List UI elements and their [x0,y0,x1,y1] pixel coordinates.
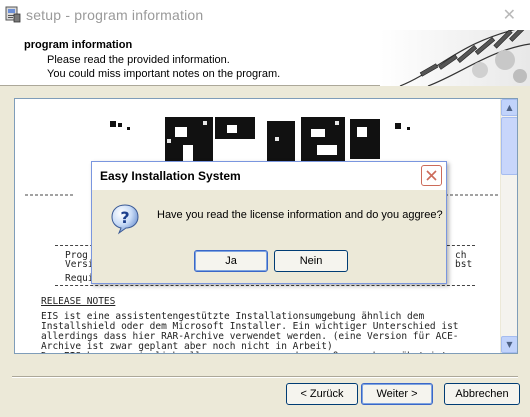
dna-helix-graphic [380,30,530,86]
release-notes-title: RELEASE NOTES [41,296,116,307]
next-button[interactable]: Weiter > [361,383,433,405]
window-close-icon[interactable]: ✕ [503,5,516,24]
header-subtitle-1: Please read the provided information. [47,54,230,66]
dialog-message: Have you read the license information an… [157,209,443,221]
dialog-titlebar: Easy Installation System [92,162,446,190]
setup-icon [5,6,21,23]
divider [55,285,475,286]
wizard-footer: < Zurück Weiter > Abbrechen [0,376,530,417]
footer-separator [12,376,518,378]
info-right-2: bst [455,259,473,270]
window-title: setup - program information [26,7,204,23]
version-label: Versi [65,259,94,270]
header-title: program information [24,39,133,51]
requirements-label: Requi [65,273,94,284]
back-button[interactable]: < Zurück [286,383,358,405]
cancel-button[interactable]: Abbrechen [444,383,520,405]
no-button[interactable]: Nein [274,250,348,272]
dialog-close-button[interactable] [421,165,442,186]
wizard-header: program information Please read the prov… [0,30,530,86]
scroll-thumb[interactable] [501,117,517,175]
question-icon: ? [111,204,139,235]
vertical-scrollbar[interactable]: ▲ ▼ [500,99,517,353]
dialog-title: Easy Installation System [100,169,241,183]
header-subtitle-2: You could miss important notes on the pr… [47,68,281,80]
confirm-dialog: Easy Installation System ? Have you read… [91,161,447,284]
release-notes-body: EIS ist eine assistentengestützte Instal… [41,311,459,354]
svg-text:?: ? [120,208,129,227]
scroll-up-icon[interactable]: ▲ [501,99,517,116]
close-icon [426,170,437,181]
yes-button[interactable]: Ja [194,250,268,272]
window-titlebar: setup - program information ✕ [0,0,530,30]
scroll-down-icon[interactable]: ▼ [501,336,517,353]
